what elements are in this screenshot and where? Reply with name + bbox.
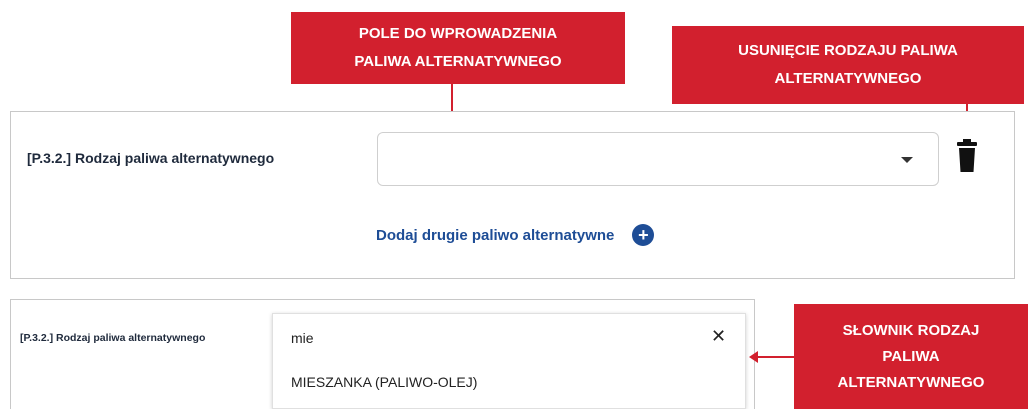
callout-dictionary: SŁOWNIK RODZAJ PALIWA ALTERNATYWNEGO bbox=[794, 304, 1028, 409]
callout-delete-line2: ALTERNATYWNEGO bbox=[774, 70, 922, 87]
dictionary-dropdown: mie ✕ MIESZANKA (PALIWO-OLEJ) bbox=[272, 313, 746, 409]
callout-dictionary-line2: PALIWA bbox=[882, 347, 940, 365]
dictionary-option[interactable]: MIESZANKA (PALIWO-OLEJ) bbox=[291, 374, 477, 390]
callout-field-input-line1: POLE DO WPROWADZENIA bbox=[358, 25, 558, 42]
caret-down-icon bbox=[901, 157, 913, 163]
close-icon[interactable]: ✕ bbox=[711, 326, 726, 347]
callout-dictionary-arrow bbox=[758, 356, 794, 358]
trash-icon[interactable] bbox=[956, 139, 978, 173]
dictionary-search-input[interactable]: mie bbox=[291, 330, 314, 346]
add-second-fuel-label: Dodaj drugie paliwo alternatywne bbox=[376, 226, 615, 244]
callout-dictionary-line1: SŁOWNIK RODZAJ bbox=[842, 321, 980, 339]
callout-field-input-line2: PALIWA ALTERNATYWNEGO bbox=[354, 53, 562, 70]
fuel-type-select[interactable] bbox=[377, 132, 939, 186]
callout-dictionary-line3: ALTERNATYWNEGO bbox=[837, 373, 985, 391]
dictionary-fuel-label: [P.3.2.] Rodzaj paliwa alternatywnego bbox=[20, 332, 206, 344]
fuel-type-label: [P.3.2.] Rodzaj paliwa alternatywnego bbox=[27, 150, 275, 166]
callout-delete: USUNIĘCIE RODZAJU PALIWA ALTERNATYWNEGO bbox=[672, 26, 1024, 104]
plus-circle-icon: + bbox=[632, 224, 655, 246]
callout-field-input: POLE DO WPROWADZENIA PALIWA ALTERNATYWNE… bbox=[291, 12, 625, 84]
callout-dictionary-arrowhead bbox=[749, 351, 758, 363]
callout-delete-line1: USUNIĘCIE RODZAJU PALIWA bbox=[738, 42, 958, 59]
add-second-fuel-button[interactable]: Dodaj drugie paliwo alternatywne + bbox=[376, 222, 716, 248]
